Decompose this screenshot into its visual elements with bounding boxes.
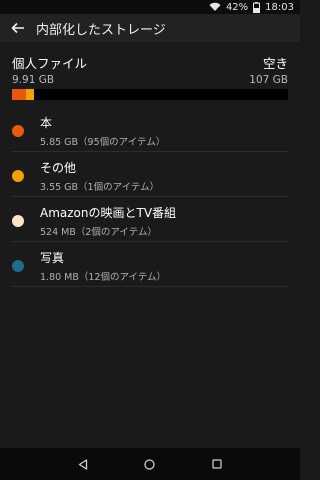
list-item[interactable]: その他 3.55 GB（1個のアイテム） xyxy=(12,152,288,197)
nav-home-button[interactable] xyxy=(135,449,165,479)
list-item[interactable]: 写真 1.80 MB（12個のアイテム） xyxy=(12,242,288,287)
nav-recents-button[interactable] xyxy=(202,449,232,479)
recents-square-icon xyxy=(211,459,222,469)
list-item[interactable]: 本 5.85 GB（95個のアイテム） xyxy=(12,107,288,152)
storage-summary: 個人ファイル 空き 9.91 GB 107 GB xyxy=(12,53,288,100)
color-dot-icon xyxy=(12,170,24,182)
storage-usage-bar xyxy=(12,89,288,100)
battery-percent: 42% xyxy=(225,1,249,13)
status-bar: 42% 18:03 xyxy=(0,0,300,14)
back-button[interactable] xyxy=(0,14,36,42)
item-subtitle: 524 MB（2個のアイテム） xyxy=(40,227,157,238)
storage-segment xyxy=(26,89,34,100)
color-dot-icon xyxy=(12,125,24,137)
navigation-bar xyxy=(0,448,300,480)
app-bar: 内部化したストレージ xyxy=(0,14,300,42)
color-dot-icon xyxy=(12,215,24,227)
back-triangle-icon xyxy=(79,458,88,470)
item-subtitle: 5.85 GB（95個のアイテム） xyxy=(40,137,166,148)
item-subtitle: 1.80 MB（12個のアイテム） xyxy=(40,272,167,283)
back-arrow-icon xyxy=(11,22,24,34)
storage-segment xyxy=(12,89,26,100)
wifi-icon xyxy=(209,2,221,12)
category-list: 本 5.85 GB（95個のアイテム） その他 3.55 GB（1個のアイテム）… xyxy=(12,107,288,287)
nav-back-button[interactable] xyxy=(68,449,98,479)
home-circle-icon xyxy=(144,458,156,470)
battery-icon xyxy=(253,1,261,13)
item-title: Amazonの映画とTV番組 xyxy=(40,206,177,220)
free-space-value: 107 GB xyxy=(249,74,288,86)
free-space-label: 空き xyxy=(262,56,288,71)
list-item[interactable]: Amazonの映画とTV番組 524 MB（2個のアイテム） xyxy=(12,197,288,242)
personal-files-value: 9.91 GB xyxy=(12,74,55,86)
item-title: 本 xyxy=(40,116,53,130)
personal-files-label: 個人ファイル xyxy=(12,56,88,71)
item-title: その他 xyxy=(40,161,77,175)
page-title: 内部化したストレージ xyxy=(36,22,166,38)
item-subtitle: 3.55 GB（1個のアイテム） xyxy=(40,182,160,193)
item-title: 写真 xyxy=(40,251,65,265)
color-dot-icon xyxy=(12,260,24,272)
clock: 18:03 xyxy=(265,1,294,13)
